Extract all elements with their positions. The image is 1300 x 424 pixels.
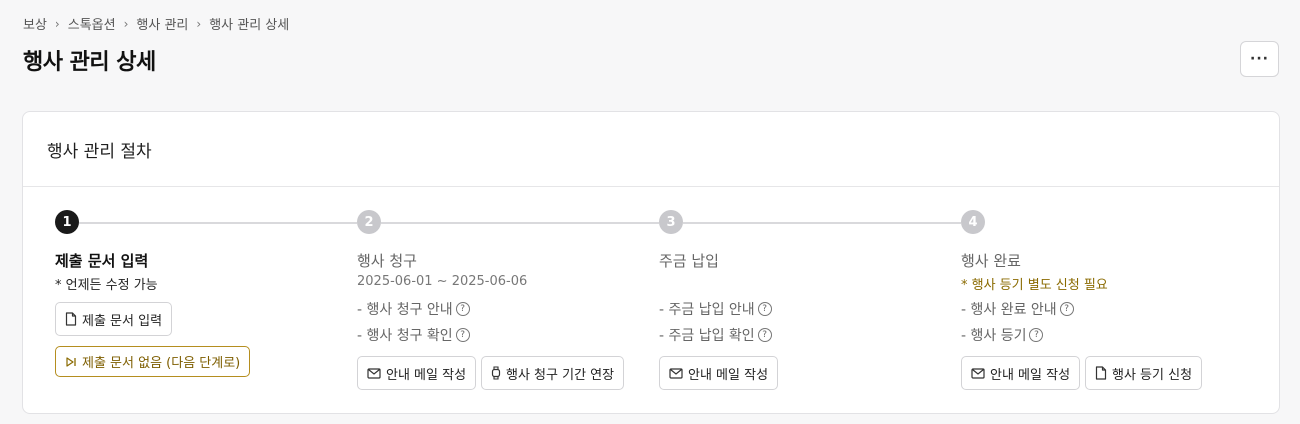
step-2: 2 행사 청구 2025-06-01 ~ 2025-06-06 - 행사 청구 … (357, 210, 625, 390)
write-notice-email-button[interactable]: 안내 메일 작성 (961, 356, 1081, 390)
document-icon (65, 312, 77, 326)
step-4: 4 행사 완료 * 행사 등기 별도 신청 필요 - 행사 완료 안내? - 행… (961, 210, 1203, 390)
step-3: 3 주금 납입 - 주금 납입 안내? - 주금 납입 확인? 안내 메일 작성 (659, 210, 779, 390)
write-notice-email-button[interactable]: 안내 메일 작성 (357, 356, 477, 390)
step-connector (79, 222, 357, 224)
exercise-process-card: 행사 관리 절차 1 제출 문서 입력 * 언제든 수정 가능 제출 문서 입력… (22, 111, 1280, 414)
chevron-right-icon: › (196, 16, 202, 31)
apply-exercise-registration-button[interactable]: 행사 등기 신청 (1085, 356, 1203, 390)
step-note: * 행사 등기 별도 신청 필요 (961, 278, 1108, 293)
chevron-right-icon: › (123, 16, 129, 31)
page-title: 행사 관리 상세 (23, 50, 156, 75)
step-note: * 언제든 수정 가능 (55, 278, 158, 293)
step-title: 제출 문서 입력 (55, 252, 149, 270)
task-item: - 행사 완료 안내? (961, 299, 1074, 319)
mail-icon (367, 367, 381, 379)
document-icon (1095, 366, 1107, 380)
chevron-right-icon: › (54, 16, 60, 31)
help-icon[interactable]: ? (1029, 328, 1044, 342)
button-label: 안내 메일 작성 (688, 367, 769, 383)
step-title: 행사 완료 (961, 252, 1021, 270)
task-item: - 주금 납입 확인? (659, 325, 772, 345)
help-icon[interactable]: ? (1059, 302, 1074, 316)
breadcrumb: 보상 › 스톡옵션 › 행사 관리 › 행사 관리 상세 (23, 14, 290, 34)
task-item: - 행사 등기? (961, 325, 1044, 345)
button-label: 행사 청구 기간 연장 (506, 367, 615, 383)
step-connector (381, 222, 659, 224)
step-number-badge: 2 (357, 210, 381, 234)
help-icon[interactable]: ? (455, 328, 470, 342)
help-icon[interactable]: ? (455, 302, 470, 316)
step-number-badge: 3 (659, 210, 683, 234)
more-horizontal-icon: ··· (1250, 51, 1269, 67)
task-item: - 행사 청구 안내? (357, 299, 470, 319)
watch-icon (491, 366, 501, 380)
step-title: 행사 청구 (357, 252, 417, 270)
extend-claim-period-button[interactable]: 행사 청구 기간 연장 (481, 356, 625, 390)
button-label: 제출 문서 입력 (82, 313, 163, 329)
mail-icon (971, 367, 985, 379)
more-options-button[interactable]: ··· (1240, 41, 1279, 77)
task-item: - 행사 청구 확인? (357, 325, 470, 345)
enter-documents-button[interactable]: 제출 문서 입력 (55, 302, 173, 336)
step-number-badge: 1 (55, 210, 79, 234)
step-1: 1 제출 문서 입력 * 언제든 수정 가능 제출 문서 입력 제출 문서 없음… (55, 210, 251, 377)
breadcrumb-item-exercise-management[interactable]: 행사 관리 (136, 14, 188, 33)
breadcrumb-item-compensation[interactable]: 보상 (23, 14, 47, 33)
write-notice-email-button[interactable]: 안내 메일 작성 (659, 356, 779, 390)
help-icon[interactable]: ? (757, 328, 772, 342)
mail-icon (669, 367, 683, 379)
step-period: 2025-06-01 ~ 2025-06-06 (357, 274, 528, 289)
card-title: 행사 관리 절차 (23, 112, 1279, 187)
breadcrumb-item-stock-option[interactable]: 스톡옵션 (68, 14, 116, 33)
step-number-badge: 4 (961, 210, 985, 234)
skip-forward-icon (66, 356, 76, 367)
help-icon[interactable]: ? (757, 302, 772, 316)
no-documents-next-step-button[interactable]: 제출 문서 없음 (다음 단계로) (55, 346, 251, 377)
button-label: 안내 메일 작성 (386, 367, 467, 383)
step-connector (683, 222, 961, 224)
breadcrumb-item-current: 행사 관리 상세 (209, 18, 290, 33)
button-label: 안내 메일 작성 (990, 367, 1071, 383)
step-title: 주금 납입 (659, 252, 719, 270)
task-item: - 주금 납입 안내? (659, 299, 772, 319)
button-label: 제출 문서 없음 (다음 단계로) (82, 356, 241, 371)
button-label: 행사 등기 신청 (1112, 367, 1193, 383)
